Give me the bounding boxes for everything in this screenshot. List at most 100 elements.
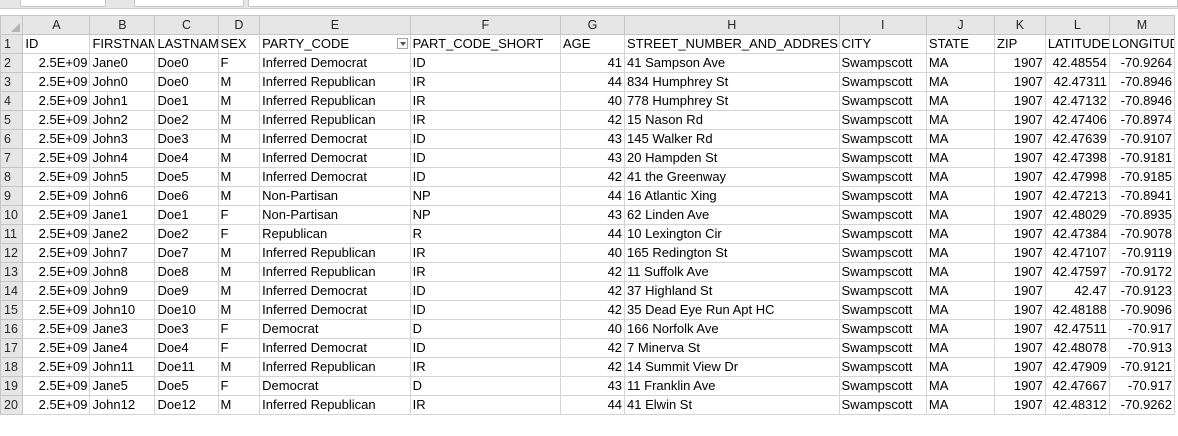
cell-c[interactable]: Doe8 — [154, 262, 219, 282]
cell-l[interactable]: 42.47511 — [1044, 319, 1110, 339]
cell-h[interactable]: 14 Summit View Dr — [624, 357, 840, 377]
cell-m[interactable]: -70.9107 — [1108, 129, 1176, 149]
cell-l[interactable]: 42.47311 — [1044, 72, 1110, 92]
name-box[interactable] — [20, 0, 106, 7]
cell-a[interactable]: 2.5E+09 — [22, 91, 91, 111]
cell-d[interactable]: M — [217, 395, 261, 415]
cell-b[interactable]: John6 — [89, 186, 156, 206]
cell-f[interactable]: NP — [409, 205, 562, 225]
cell-c[interactable]: Doe1 — [154, 205, 219, 225]
cell-j[interactable]: MA — [925, 395, 996, 415]
cell-k[interactable]: 1907 — [994, 148, 1046, 168]
cell-b[interactable]: John4 — [89, 148, 156, 168]
cell-i[interactable]: Swampscott — [838, 91, 927, 111]
cell-m[interactable]: -70.9096 — [1108, 300, 1176, 320]
cell-f[interactable]: D — [409, 319, 562, 339]
cell-a[interactable]: 2.5E+09 — [22, 110, 91, 130]
cell-f[interactable]: IR — [409, 395, 562, 415]
column-header-k[interactable]: K — [994, 15, 1046, 35]
cell-g[interactable]: 42 — [560, 110, 626, 130]
cell-h[interactable]: 16 Atlantic Xing — [624, 186, 840, 206]
cell-e[interactable]: Inferred Democrat — [259, 129, 411, 149]
column-header-c[interactable]: C — [154, 15, 219, 35]
cell-c[interactable]: Doe0 — [154, 53, 219, 73]
select-all-corner[interactable] — [0, 15, 24, 35]
cell-f[interactable]: IR — [409, 72, 562, 92]
cell-k[interactable]: 1907 — [994, 110, 1046, 130]
cell-j[interactable]: MA — [925, 376, 996, 396]
cell-g[interactable]: 42 — [560, 167, 626, 187]
cell-b[interactable]: John12 — [89, 395, 156, 415]
header-cell-d[interactable]: SEX — [217, 34, 261, 54]
cell-b[interactable]: Jane3 — [89, 319, 156, 339]
cell-l[interactable]: 42.47406 — [1044, 110, 1110, 130]
cell-f[interactable]: ID — [409, 338, 562, 358]
cell-g[interactable]: 42 — [560, 338, 626, 358]
cell-c[interactable]: Doe2 — [154, 224, 219, 244]
cell-m[interactable]: -70.917 — [1108, 319, 1176, 339]
column-header-f[interactable]: F — [409, 15, 562, 35]
cell-e[interactable]: Inferred Republican — [259, 72, 411, 92]
cell-b[interactable]: John11 — [89, 357, 156, 377]
cell-i[interactable]: Swampscott — [838, 110, 927, 130]
cell-a[interactable]: 2.5E+09 — [22, 262, 91, 282]
cell-j[interactable]: MA — [925, 300, 996, 320]
cell-e[interactable]: Inferred Democrat — [259, 148, 411, 168]
cell-e[interactable]: Non-Partisan — [259, 186, 411, 206]
cell-j[interactable]: MA — [925, 53, 996, 73]
cell-g[interactable]: 43 — [560, 205, 626, 225]
cell-k[interactable]: 1907 — [994, 395, 1046, 415]
cell-m[interactable]: -70.913 — [1108, 338, 1176, 358]
header-cell-l[interactable]: LATITUDE — [1044, 34, 1110, 54]
cell-f[interactable]: ID — [409, 148, 562, 168]
cell-f[interactable]: IR — [409, 357, 562, 377]
cell-b[interactable]: John9 — [89, 281, 156, 301]
cell-k[interactable]: 1907 — [994, 376, 1046, 396]
cell-k[interactable]: 1907 — [994, 319, 1046, 339]
row-header-2[interactable]: 2 — [0, 53, 24, 73]
cell-b[interactable]: John1 — [89, 91, 156, 111]
cell-d[interactable]: F — [217, 205, 261, 225]
cell-m[interactable]: -70.9172 — [1108, 262, 1176, 282]
header-cell-f[interactable]: PART_CODE_SHORT — [409, 34, 562, 54]
cell-l[interactable]: 42.48554 — [1044, 53, 1110, 73]
row-header-3[interactable]: 3 — [0, 72, 24, 92]
cell-l[interactable]: 42.47398 — [1044, 148, 1110, 168]
column-header-m[interactable]: M — [1108, 15, 1176, 35]
cell-c[interactable]: Doe3 — [154, 129, 219, 149]
cell-h[interactable]: 145 Walker Rd — [624, 129, 840, 149]
cell-j[interactable]: MA — [925, 110, 996, 130]
row-header-13[interactable]: 13 — [0, 262, 24, 282]
cell-j[interactable]: MA — [925, 148, 996, 168]
formula-controls[interactable] — [134, 0, 244, 7]
row-header-17[interactable]: 17 — [0, 338, 24, 358]
row-header-18[interactable]: 18 — [0, 357, 24, 377]
row-header-9[interactable]: 9 — [0, 186, 24, 206]
cell-i[interactable]: Swampscott — [838, 300, 927, 320]
cell-h[interactable]: 37 Highland St — [624, 281, 840, 301]
cell-i[interactable]: Swampscott — [838, 167, 927, 187]
cell-h[interactable]: 834 Humphrey St — [624, 72, 840, 92]
cell-b[interactable]: Jane1 — [89, 205, 156, 225]
cell-j[interactable]: MA — [925, 72, 996, 92]
cell-h[interactable]: 10 Lexington Cir — [624, 224, 840, 244]
cell-e[interactable]: Inferred Republican — [259, 243, 411, 263]
cell-b[interactable]: John10 — [89, 300, 156, 320]
cell-a[interactable]: 2.5E+09 — [22, 376, 91, 396]
header-cell-b[interactable]: FIRSTNAME — [89, 34, 156, 54]
cell-e[interactable]: Inferred Republican — [259, 262, 411, 282]
cell-h[interactable]: 11 Suffolk Ave — [624, 262, 840, 282]
cell-f[interactable]: ID — [409, 281, 562, 301]
cell-a[interactable]: 2.5E+09 — [22, 129, 91, 149]
cell-m[interactable]: -70.9262 — [1108, 395, 1176, 415]
cell-g[interactable]: 44 — [560, 72, 626, 92]
cell-j[interactable]: MA — [925, 281, 996, 301]
cell-a[interactable]: 2.5E+09 — [22, 300, 91, 320]
cell-e[interactable]: Democrat — [259, 376, 411, 396]
cell-j[interactable]: MA — [925, 243, 996, 263]
cell-c[interactable]: Doe4 — [154, 338, 219, 358]
cell-d[interactable]: F — [217, 319, 261, 339]
cell-g[interactable]: 44 — [560, 395, 626, 415]
cell-k[interactable]: 1907 — [994, 300, 1046, 320]
cell-c[interactable]: Doe4 — [154, 148, 219, 168]
